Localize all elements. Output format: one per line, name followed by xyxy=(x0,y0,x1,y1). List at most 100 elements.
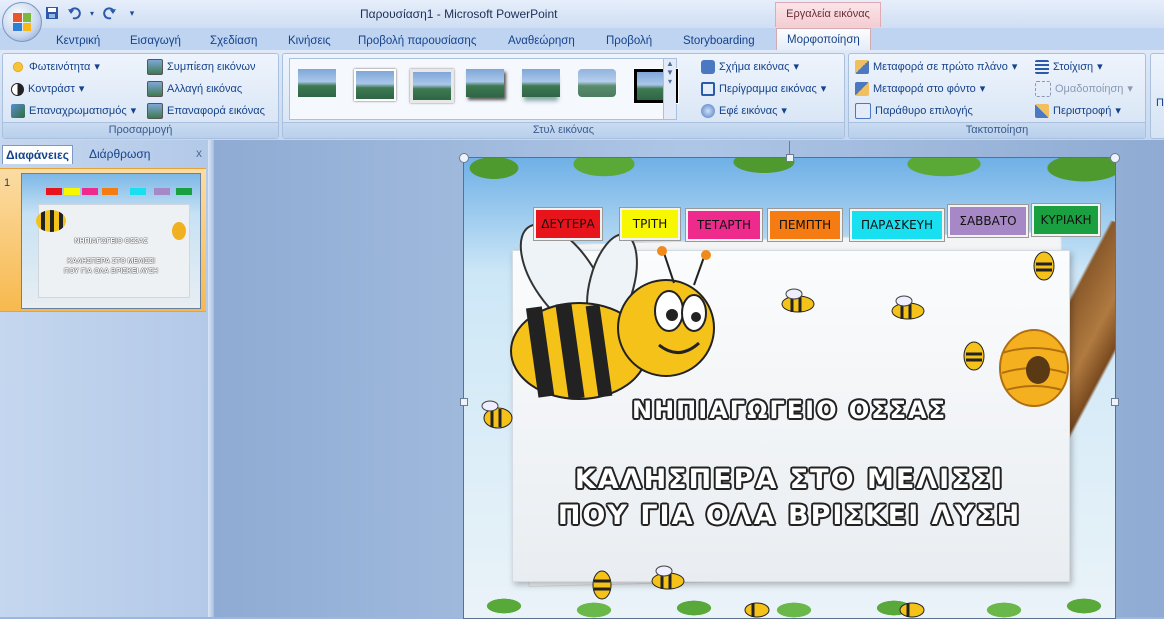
send-to-back-button[interactable]: Μεταφορά στο φόντο ▾ xyxy=(855,80,985,98)
tab-format[interactable]: Μορφοποίηση xyxy=(776,28,871,51)
compress-pictures-button[interactable]: Συμπίεση εικόνων xyxy=(147,58,255,76)
thumb-day-2 xyxy=(64,188,80,195)
slide-title: ΝΗΠΙΑΓΩΓΕΙΟ ΟΣΣΑΣ xyxy=(632,396,947,424)
group-arrange: Μεταφορά σε πρώτο πλάνο ▾ Μεταφορά στο φό… xyxy=(848,53,1146,139)
change-picture-button[interactable]: Αλλαγή εικόνας xyxy=(147,80,242,98)
small-bee-icon xyxy=(891,295,925,320)
tab-review[interactable]: Αναθεώρηση xyxy=(508,32,575,50)
group-label-arrange: Τακτοποίηση xyxy=(849,122,1145,138)
style-thumb-4[interactable] xyxy=(466,69,504,97)
brightness-button[interactable]: Φωτεινότητα ▾ xyxy=(11,58,100,76)
selection-pane-button[interactable]: Παράθυρο επιλογής xyxy=(855,102,973,120)
save-icon[interactable] xyxy=(44,5,60,21)
gallery-scroll[interactable]: ▲ ▼ ▾ xyxy=(663,59,676,119)
tab-design[interactable]: Σχεδίαση xyxy=(210,32,257,50)
slide-thumbnail[interactable]: ΝΗΠΙΑΓΩΓΕΙΟ ΟΣΣΑΣ ΚΑΛΗΣΠΕΡΑ ΣΤΟ ΜΕΛΙΣΣΙ … xyxy=(21,173,201,309)
resize-handle-tr[interactable] xyxy=(1110,153,1120,163)
customize-icon[interactable]: ▾ xyxy=(124,5,140,21)
tab-view[interactable]: Προβολή xyxy=(606,32,652,50)
group-label-styles: Στυλ εικόνας xyxy=(283,122,844,138)
slide-number: 1 xyxy=(4,177,11,189)
contextual-tab-header: Εργαλεία εικόνας xyxy=(775,2,881,27)
rotate-icon xyxy=(1035,104,1049,118)
resize-handle-tl[interactable] xyxy=(459,153,469,163)
style-thumb-1[interactable] xyxy=(298,69,336,97)
slides-pane: Διαφάνειες Διάρθρωση x 1 ΝΗΠΙΑΓΩΓΕΙΟ ΟΣΣ… xyxy=(0,140,209,617)
bring-front-icon xyxy=(855,60,869,74)
small-bee-icon xyxy=(781,288,815,313)
align-icon xyxy=(1035,60,1049,74)
reset-picture-button[interactable]: Επαναφορά εικόνας xyxy=(147,102,265,120)
dropdown-icon[interactable]: ▾ xyxy=(88,5,96,21)
selection-pane-icon xyxy=(855,103,871,119)
small-bee-icon xyxy=(651,565,685,590)
brightness-icon xyxy=(11,60,25,74)
small-bee-icon xyxy=(744,602,770,618)
group-button[interactable]: Ομαδοποίηση ▾ xyxy=(1035,80,1133,98)
thumb-day-5 xyxy=(130,188,146,195)
tab-slideshow[interactable]: Προβολή παρουσίασης xyxy=(358,32,476,50)
style-thumb-2[interactable] xyxy=(354,69,396,101)
contrast-button[interactable]: Κοντράστ ▾ xyxy=(11,80,84,98)
small-bee-icon xyxy=(899,602,925,618)
rotate-button[interactable]: Περιστροφή ▾ xyxy=(1035,102,1121,120)
undo-icon[interactable] xyxy=(66,5,82,21)
slide[interactable]: ΔΕΥΤΕΡΑ ΤΡΙΤΗ ΤΕΤΑΡΤΗ ΠΕΜΠΤΗ ΠΑΡΑΣΚΕΥΗ Σ… xyxy=(463,157,1116,619)
thumb-bee-icon xyxy=(36,210,66,232)
day-button-3[interactable]: ΤΕΤΑΡΤΗ xyxy=(686,209,762,241)
resize-handle-right[interactable] xyxy=(1111,398,1119,406)
recolor-button[interactable]: Επαναχρωματισμός ▾ xyxy=(11,102,136,120)
day-button-7[interactable]: ΚΥΡΙΑΚΗ xyxy=(1032,204,1100,236)
group-adjust: Φωτεινότητα ▾ Κοντράστ ▾ Επαναχρωματισμός ▾… xyxy=(2,53,279,139)
picture-border-button[interactable]: Περίγραμμα εικόνας ▾ xyxy=(701,80,826,98)
thumb-day-7 xyxy=(176,188,192,195)
office-button[interactable] xyxy=(2,2,42,42)
thumb-line1: ΚΑΛΗΣΠΕΡΑ ΣΤΟ ΜΕΛΙΣΣΙ xyxy=(66,258,156,265)
day-button-2[interactable]: ΤΡΙΤΗ xyxy=(620,208,680,240)
tab-animations[interactable]: Κινήσεις xyxy=(288,32,331,50)
border-icon xyxy=(701,82,715,96)
redo-icon[interactable] xyxy=(102,5,118,21)
contrast-icon xyxy=(11,82,24,96)
slides-pane-tabs: Διαφάνειες Διάρθρωση x xyxy=(0,142,208,164)
effects-icon xyxy=(701,104,715,118)
office-logo-icon xyxy=(13,13,31,31)
group-label-adjust: Προσαρμογή xyxy=(3,122,278,138)
bottom-leaves-decoration xyxy=(464,590,1115,618)
size-group-label-partial[interactable]: Π xyxy=(1156,94,1164,112)
title-bar: ▾ ▾ Παρουσίαση1 - Microsoft PowerPoint Ε… xyxy=(0,0,1164,28)
slide-thumbnail-row[interactable]: 1 ΝΗΠΙΑΓΩΓΕΙΟ ΟΣΣΑΣ ΚΑΛΗΣΠΕΡΑ ΣΤΟ ΜΕΛΙΣΣ… xyxy=(0,168,206,312)
bring-to-front-button[interactable]: Μεταφορά σε πρώτο πλάνο ▾ xyxy=(855,58,1017,76)
resize-handle-top[interactable] xyxy=(786,154,794,162)
tab-outline[interactable]: Διάρθρωση xyxy=(86,145,153,163)
day-button-6[interactable]: ΣΑΒΒΑΤΟ xyxy=(948,205,1028,237)
reset-picture-icon xyxy=(147,103,163,119)
ribbon: Φωτεινότητα ▾ Κοντράστ ▾ Επαναχρωματισμός ▾… xyxy=(0,50,1164,141)
slide-line-2: ΠΟΥ ΓΙΑ ΟΛΑ ΒΡΙΣΚΕΙ ΛΥΣΗ xyxy=(557,500,1022,531)
thumb-day-4 xyxy=(102,188,118,195)
thumb-day-3 xyxy=(82,188,98,195)
top-leaves-decoration xyxy=(464,158,1115,194)
day-button-4[interactable]: ΠΕΜΠΤΗ xyxy=(768,209,842,241)
thumb-day-6 xyxy=(154,188,170,195)
tab-home[interactable]: Κεντρική xyxy=(56,32,100,50)
style-thumb-3[interactable] xyxy=(410,69,454,103)
slide-line-1: ΚΑΛΗΣΠΕΡΑ ΣΤΟ ΜΕΛΙΣΣΙ xyxy=(574,464,1005,495)
day-button-1[interactable]: ΔΕΥΤΕΡΑ xyxy=(534,208,602,240)
close-pane-icon[interactable]: x xyxy=(196,146,202,160)
picture-effects-button[interactable]: Εφέ εικόνας ▾ xyxy=(701,102,787,120)
shape-icon xyxy=(701,60,715,74)
day-button-5[interactable]: ΠΑΡΑΣΚΕΥΗ xyxy=(850,209,944,241)
style-thumb-6[interactable] xyxy=(578,69,616,97)
picture-shape-button[interactable]: Σχήμα εικόνας ▾ xyxy=(701,58,799,76)
tab-insert[interactable]: Εισαγωγή xyxy=(130,32,181,50)
tab-storyboarding[interactable]: Storyboarding xyxy=(683,32,755,50)
change-picture-icon xyxy=(147,81,163,97)
style-thumb-5[interactable] xyxy=(522,69,560,97)
align-button[interactable]: Στοίχιση ▾ xyxy=(1035,58,1103,76)
beehive-illustration xyxy=(999,329,1069,407)
resize-handle-left[interactable] xyxy=(460,398,468,406)
tab-slides[interactable]: Διαφάνειες xyxy=(2,145,73,164)
small-bee-icon xyxy=(592,570,612,600)
compress-icon xyxy=(147,59,163,75)
